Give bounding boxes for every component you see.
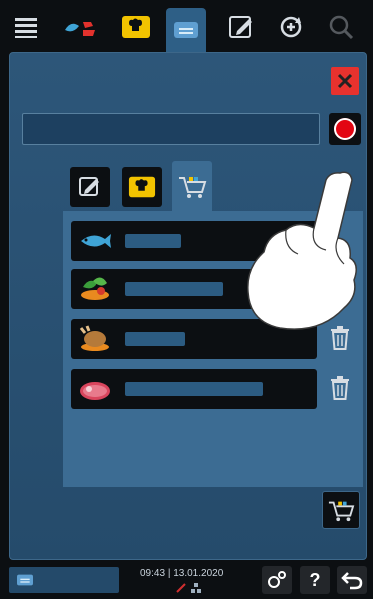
menu-icon[interactable]	[6, 10, 46, 44]
tray-icon	[17, 574, 33, 586]
fish-meat-icon[interactable]	[60, 10, 100, 44]
record-button[interactable]	[329, 113, 361, 145]
settings-button[interactable]	[262, 566, 292, 594]
cart-icon	[179, 177, 207, 198]
chef-hat-icon	[128, 176, 156, 198]
help-button[interactable]: ?	[300, 566, 330, 594]
poultry-icon	[71, 319, 119, 359]
tab-shopping-cart[interactable]	[172, 161, 212, 211]
date-time: 09:43 | 13.01.2020	[140, 568, 223, 579]
cart-icon	[328, 501, 355, 522]
list-item-label	[125, 382, 263, 396]
close-icon	[337, 73, 353, 89]
list-item-label	[125, 234, 181, 248]
back-arrow-icon	[341, 572, 363, 590]
fish-icon	[71, 221, 119, 261]
delete-button[interactable]	[325, 371, 355, 405]
record-dot-icon	[334, 118, 356, 140]
time-value: 09:43	[140, 568, 166, 579]
status-bar: 09:43 | 13.01.2020 ?	[0, 560, 373, 599]
tray-icon[interactable]	[166, 8, 206, 52]
back-button[interactable]	[337, 566, 367, 594]
trash-icon	[331, 376, 349, 400]
search-icon[interactable]	[322, 10, 362, 44]
edit-icon[interactable]	[222, 10, 262, 44]
chef-hat-icon[interactable]	[116, 10, 156, 44]
list-item[interactable]	[71, 369, 317, 409]
add-to-cart-button[interactable]	[322, 491, 360, 529]
name-input-field[interactable]	[22, 113, 320, 145]
vegetables-icon	[71, 269, 119, 309]
refresh-icon[interactable]	[272, 10, 312, 44]
list-item-label	[125, 282, 223, 296]
list-item-label	[125, 332, 185, 346]
meat-icon	[71, 369, 119, 409]
date-value: 13.01.2020	[173, 568, 224, 579]
tab-edit[interactable]	[70, 167, 110, 207]
time-separator: |	[167, 568, 171, 579]
top-navigation-bar	[0, 0, 373, 52]
active-program-button[interactable]	[9, 567, 119, 593]
shopping-cart-panel	[9, 52, 367, 560]
tab-recipes[interactable]	[122, 167, 162, 207]
gear-icon	[268, 571, 286, 588]
close-button[interactable]	[331, 67, 359, 95]
network-status	[175, 582, 205, 597]
tapping-hand-illustration	[247, 171, 357, 330]
edit-icon	[79, 177, 99, 196]
help-label: ?	[309, 569, 321, 590]
